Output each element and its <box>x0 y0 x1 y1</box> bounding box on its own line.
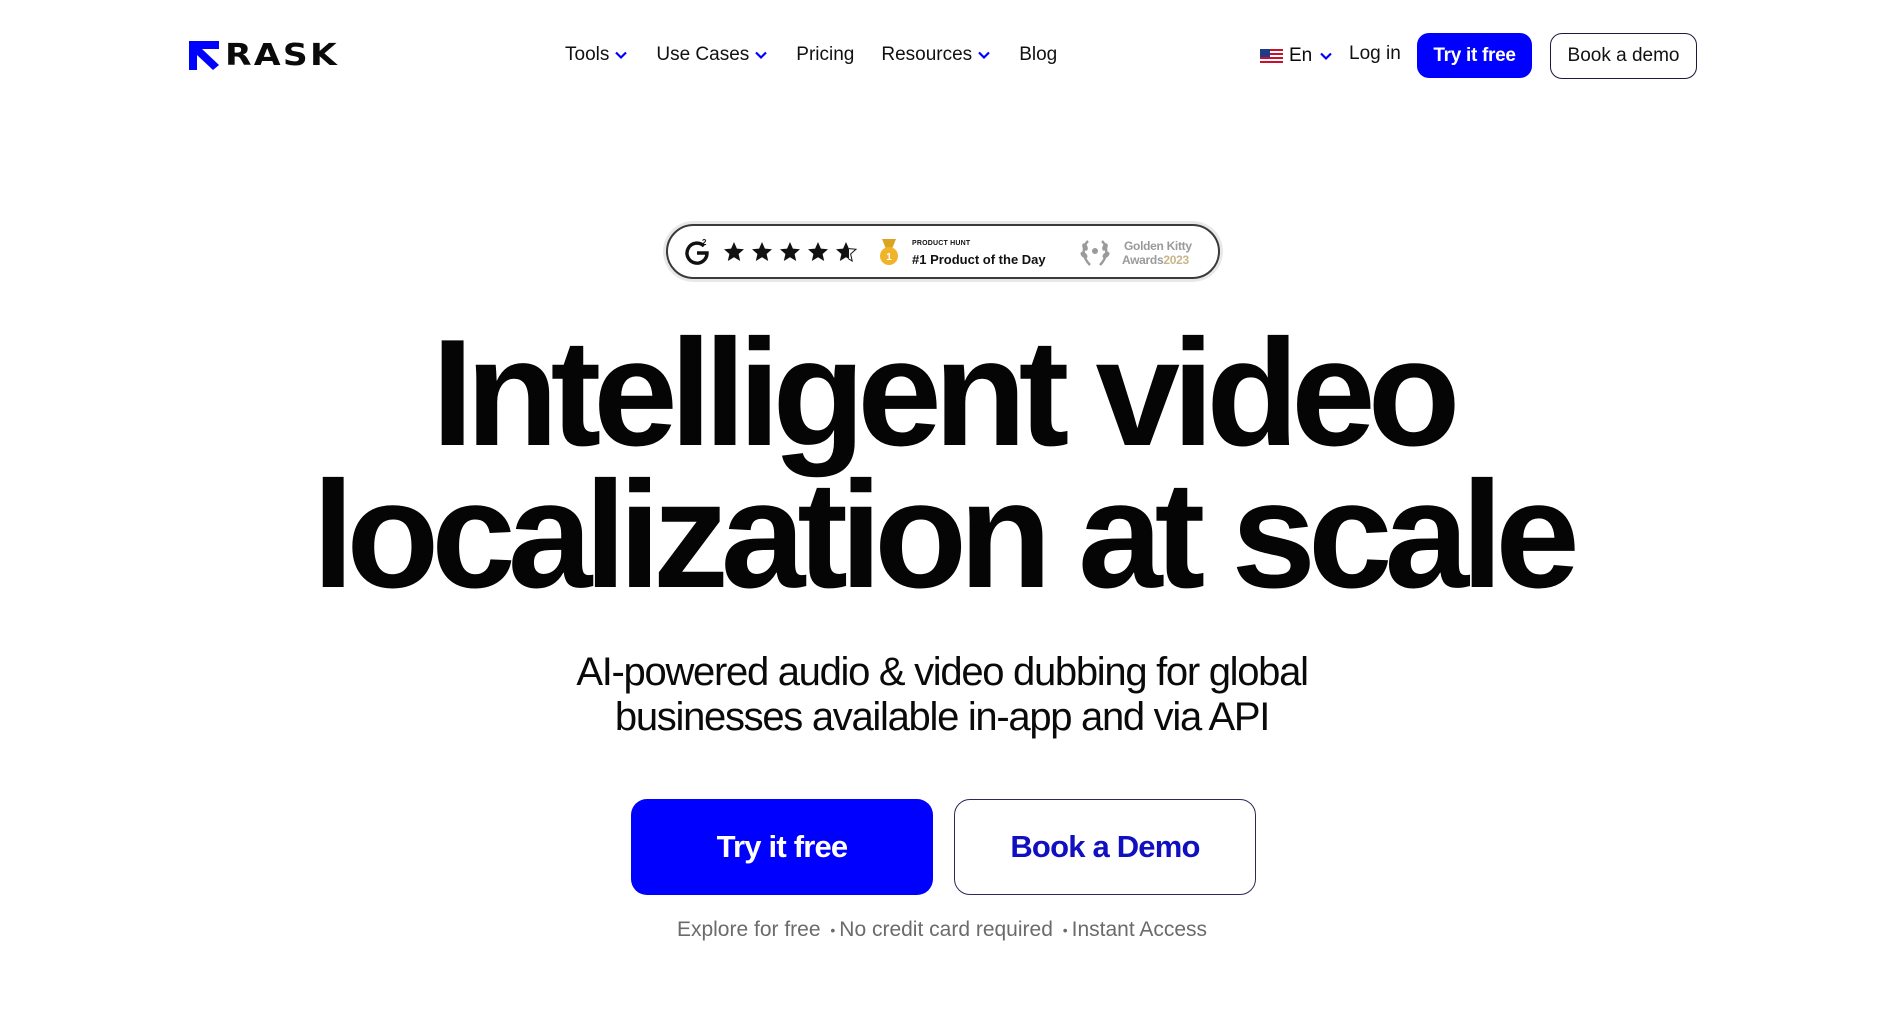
hero-headline: Intelligent video localization at scale <box>0 317 1884 611</box>
nav-blog[interactable]: Blog <box>1019 40 1057 70</box>
golden-kitty-line1: Golden Kitty <box>1124 239 1192 253</box>
star-icon <box>752 242 772 261</box>
rating-stars <box>722 240 858 264</box>
main-nav: Tools Use Cases Pricing Resources Blog <box>565 40 1057 70</box>
nav-use-cases-label: Use Cases <box>656 44 750 65</box>
tagline-explore: Explore for free <box>676 918 821 941</box>
nav-blog-label: Blog <box>1019 44 1058 65</box>
headline-line2: localization at scale <box>312 450 1580 620</box>
nav-tools[interactable]: Tools <box>565 40 629 70</box>
svg-text:2: 2 <box>702 238 707 247</box>
golden-kitty-awards: Awards <box>1122 253 1164 267</box>
product-hunt-label: PRODUCT HUNT <box>912 240 971 247</box>
star-icon <box>724 242 744 261</box>
language-selector[interactable]: En <box>1260 45 1334 67</box>
nav-pricing-label: Pricing <box>796 44 855 65</box>
awards-badge: 2 1 PRODUCT HUNT #1 Product of the Day G… <box>666 224 1220 279</box>
logo-text: RASK <box>225 38 340 73</box>
chevron-down-icon <box>615 51 628 60</box>
hero-subheadline: AI-powered audio & video dubbing for glo… <box>0 650 1884 740</box>
try-free-hero-button[interactable]: Try it free <box>631 799 933 895</box>
tagline-separator: • <box>1062 922 1068 939</box>
book-demo-hero-button[interactable]: Book a Demo <box>954 799 1256 895</box>
golden-kitty-line2: Awards2023 <box>1122 253 1189 267</box>
language-label: En <box>1289 45 1313 66</box>
medal-icon: 1 <box>880 239 898 265</box>
star-icon <box>780 242 800 261</box>
laurel-icon <box>1080 240 1110 266</box>
g2-logo-icon: 2 <box>685 238 709 265</box>
subhead-line2: businesses available in-app and via API <box>614 695 1271 739</box>
us-flag-icon <box>1260 48 1283 64</box>
product-hunt-award: #1 Product of the Day <box>912 252 1046 267</box>
chevron-down-icon <box>978 51 990 60</box>
try-free-header-button[interactable]: Try it free <box>1417 33 1532 78</box>
star-icon <box>808 242 828 261</box>
nav-use-cases[interactable]: Use Cases <box>656 40 769 70</box>
golden-kitty-year: 2023 <box>1163 253 1189 267</box>
nav-tools-label: Tools <box>565 44 610 65</box>
rask-logo[interactable]: RASK <box>189 41 337 71</box>
site-header: RASK Tools Use Cases Pricing Resources B… <box>0 0 1884 110</box>
subhead-line1: AI-powered audio & video dubbing for glo… <box>576 650 1309 694</box>
svg-text:1: 1 <box>886 252 892 263</box>
login-link[interactable]: Log in <box>1349 43 1401 65</box>
tagline-separator: • <box>830 922 836 939</box>
nav-pricing[interactable]: Pricing <box>796 40 854 70</box>
chevron-down-icon <box>755 51 768 60</box>
tagline-no-card: No credit card required <box>839 918 1053 941</box>
book-demo-header-button[interactable]: Book a demo <box>1550 33 1697 79</box>
tagline-instant: Instant Access <box>1071 918 1208 941</box>
nav-resources[interactable]: Resources <box>881 40 992 70</box>
half-star-icon <box>836 242 858 263</box>
chevron-down-icon <box>1320 52 1333 61</box>
hero-tagline: Explore for free • No credit card require… <box>0 918 1884 942</box>
page: RASK Tools Use Cases Pricing Resources B… <box>0 0 1884 1024</box>
nav-resources-label: Resources <box>881 44 973 65</box>
logo-arrow-icon <box>189 41 219 70</box>
